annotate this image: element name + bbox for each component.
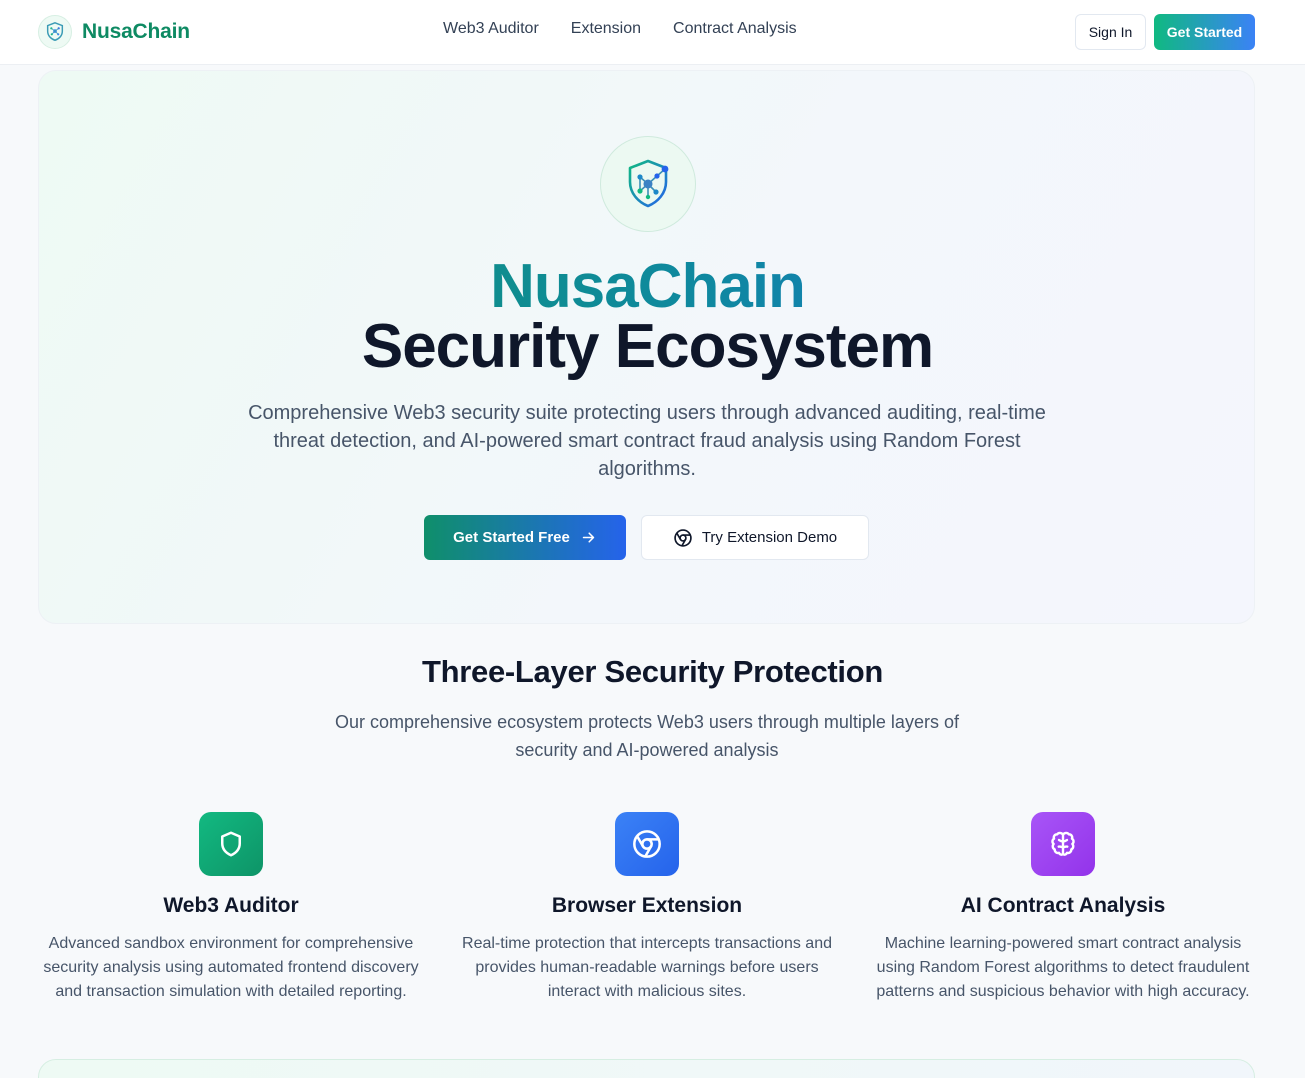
hero-title-main: Security Ecosystem <box>361 312 934 381</box>
feature-description: Advanced sandbox environment for compreh… <box>43 935 419 1000</box>
feature-description: Machine learning-powered smart contract … <box>876 935 1250 1000</box>
feature-title: Web3 Auditor <box>163 894 299 917</box>
feature-description: Real-time protection that intercepts tra… <box>462 935 832 1000</box>
shield-icon <box>199 812 263 876</box>
feature-card-ai-contract-analysis: AI Contract Analysis Machine learning-po… <box>868 812 1258 1004</box>
nav-link-contract-analysis[interactable]: Contract Analysis <box>673 20 797 38</box>
sign-in-button[interactable]: Sign In <box>1075 14 1146 50</box>
brain-icon <box>1031 812 1095 876</box>
hero-subtitle: Comprehensive Web3 security suite protec… <box>248 402 1046 480</box>
top-navigation-bar: NusaChain Web3 Auditor Extension Contrac… <box>0 0 1305 65</box>
security-network-shield-icon <box>600 136 696 232</box>
features-section-subtitle: Our comprehensive ecosystem protects Web… <box>335 712 959 760</box>
hero-section: NusaChain Security Ecosystem Comprehensi… <box>38 70 1255 624</box>
nav-link-web3-auditor[interactable]: Web3 Auditor <box>443 20 539 38</box>
main-nav: Web3 Auditor Extension Contract Analysis <box>443 20 797 38</box>
get-started-free-label: Get Started Free <box>453 529 570 546</box>
feature-card-web3-auditor: Web3 Auditor Advanced sandbox environmen… <box>36 812 426 1004</box>
feature-title: AI Contract Analysis <box>960 894 1166 917</box>
nav-link-extension[interactable]: Extension <box>571 20 641 38</box>
try-extension-demo-label: Try Extension Demo <box>701 529 838 546</box>
brand-logo-link[interactable]: NusaChain <box>38 14 190 50</box>
get-started-button[interactable]: Get Started <box>1154 14 1255 50</box>
chrome-icon <box>615 812 679 876</box>
nusachain-logo-icon <box>38 15 72 49</box>
chrome-icon <box>674 528 692 547</box>
features-section-title: Three-Layer Security Protection <box>421 654 883 689</box>
get-started-free-button[interactable]: Get Started Free <box>424 515 626 560</box>
brand-name: NusaChain <box>82 20 190 43</box>
feature-title: Browser Extension <box>551 894 743 917</box>
try-extension-demo-button[interactable]: Try Extension Demo <box>641 515 869 560</box>
next-section-card <box>38 1059 1255 1078</box>
feature-card-browser-extension: Browser Extension Real-time protection t… <box>452 812 842 1004</box>
arrow-right-icon <box>582 532 595 543</box>
